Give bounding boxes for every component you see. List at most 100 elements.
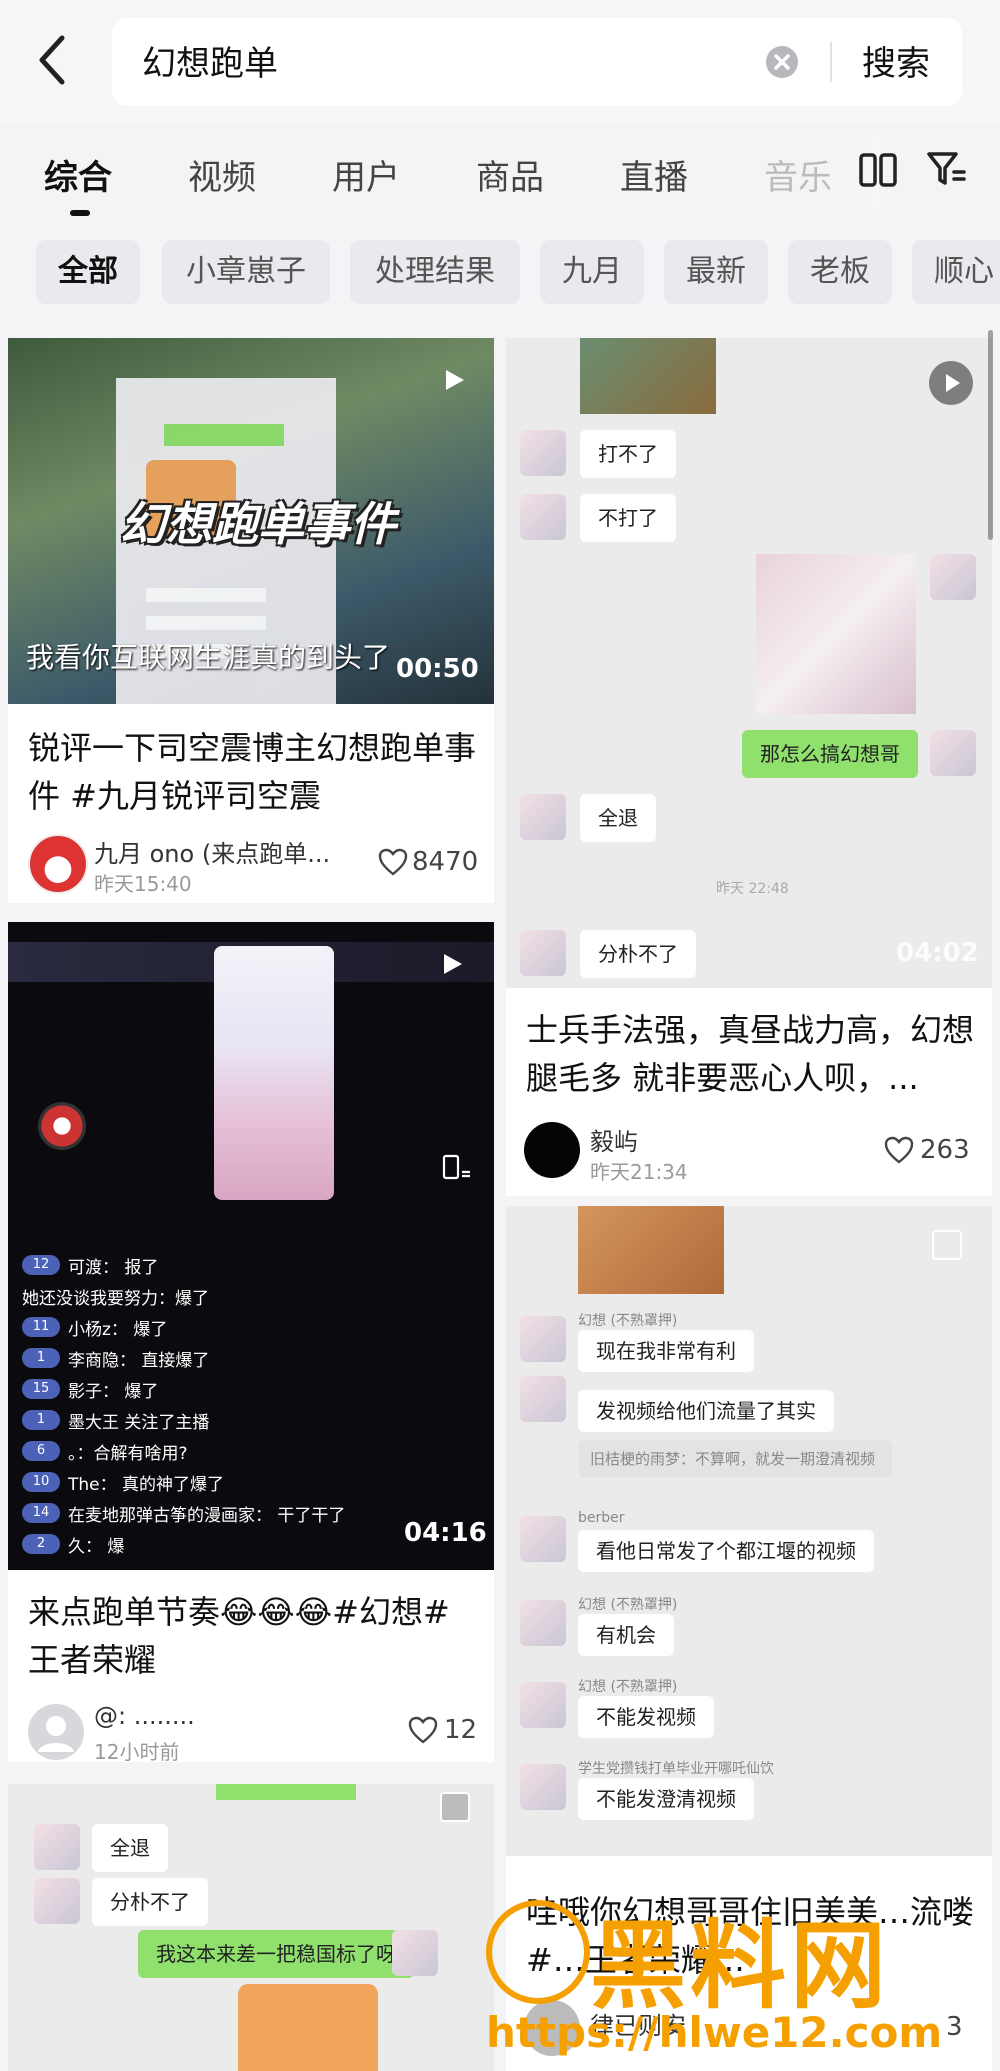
- like-count: 263: [920, 1135, 970, 1165]
- quoted-message: 旧桔梗的雨梦：不算啊，就发一期澄清视频: [578, 1440, 892, 1478]
- video-thumbnail[interactable]: 打不了 不打了 那怎么搞幻想哥 全退 昨天 22:48 分朴不了 04:02: [506, 338, 992, 988]
- sticker-image: [756, 554, 916, 714]
- layout-toggle-icon[interactable]: [858, 152, 898, 192]
- chat-timestamp: 昨天 22:48: [716, 881, 789, 897]
- chip-latest[interactable]: 最新: [664, 240, 768, 304]
- author-name[interactable]: @: ........: [94, 1702, 195, 1730]
- heart-icon[interactable]: [408, 1716, 438, 1744]
- chip-boss[interactable]: 老板: [788, 240, 892, 304]
- card-title[interactable]: 锐评一下司空震博主幻想跑单事件 #九月锐评司空震: [28, 724, 478, 820]
- video-card-5[interactable]: 全退 分朴不了 我这本来差一把稳国标了呀: [8, 1784, 494, 2071]
- comment-text: 影子： 爆了: [68, 1381, 159, 1402]
- post-time: 12小时前: [94, 1740, 180, 1762]
- overlay-title: 幻想跑单事件: [120, 497, 396, 551]
- chat-bubble: 有机会: [578, 1614, 674, 1656]
- author-name[interactable]: 九月 ono (来点跑单...: [94, 834, 356, 869]
- play-icon: [444, 368, 466, 396]
- scrollbar[interactable]: [988, 330, 993, 540]
- tab-video[interactable]: 视频: [188, 150, 256, 199]
- chat-avatar: [520, 1376, 566, 1422]
- chat-bubble: 不打了: [580, 494, 676, 542]
- chip-xiaozhang[interactable]: 小章崽子: [162, 240, 330, 304]
- chip-shunxin[interactable]: 顺心: [912, 240, 1000, 304]
- search-button[interactable]: 搜索: [862, 36, 930, 85]
- chat-bubble: 现在我非常有利: [578, 1330, 754, 1372]
- author-name[interactable]: 毅屿: [590, 1122, 638, 1157]
- chat-bubble: [146, 616, 266, 630]
- avatar[interactable]: [28, 834, 88, 894]
- chat-avatar: [520, 930, 566, 976]
- play-icon: [928, 360, 974, 410]
- tab-all[interactable]: 综合: [44, 150, 112, 199]
- avatar[interactable]: [28, 1704, 84, 1760]
- live-comment: 2 久： 爆: [22, 1531, 124, 1557]
- chat-bubble: [146, 588, 266, 602]
- avatar[interactable]: [524, 1122, 580, 1178]
- like-count: 12: [444, 1715, 478, 1745]
- live-comment: 6 。：合解有啥用?: [22, 1438, 188, 1464]
- video-duration: 04:16: [404, 1518, 487, 1548]
- chat-avatar: [520, 1516, 566, 1562]
- filter-icon[interactable]: [926, 150, 966, 192]
- level-badge: 15: [22, 1379, 60, 1399]
- chat-avatar: [520, 1764, 566, 1810]
- chat-avatar: [34, 1824, 80, 1870]
- streamer-avatar: [38, 1102, 86, 1150]
- chat-sender-name: 幻想 (不熟罩押): [578, 1313, 678, 1329]
- video-card-2[interactable]: 打不了 不打了 那怎么搞幻想哥 全退 昨天 22:48 分朴不了 04:02 士…: [506, 338, 992, 1196]
- screen-rotate-icon[interactable]: [442, 1154, 472, 1184]
- chat-avatar: [520, 1600, 566, 1646]
- post-time: 昨天15:40: [94, 872, 192, 896]
- sticker-image: [578, 1206, 724, 1294]
- chat-sender-name: 幻想 (不熟罩押): [578, 1597, 678, 1613]
- tab-product[interactable]: 商品: [476, 150, 544, 199]
- live-comment: 15 影子： 爆了: [22, 1376, 158, 1402]
- sticker-image: [238, 1984, 378, 2071]
- back-arrow-icon[interactable]: [30, 30, 80, 90]
- comment-text: 墨大王 关注了主播: [68, 1412, 210, 1433]
- level-badge: 1: [22, 1410, 60, 1430]
- like-count: 8470: [412, 847, 479, 877]
- chat-sender-name: 学生党攒钱打单毕业开哪吒仙饮: [578, 1761, 774, 1777]
- comment-text: 可渡： 报了: [68, 1257, 159, 1278]
- chat-bubble: 那怎么搞幻想哥: [742, 730, 918, 778]
- like-count: 3: [946, 2012, 963, 2042]
- chat-bubble: 打不了: [580, 430, 676, 478]
- video-card-1[interactable]: 幻想跑单事件 我看你互联网生涯真的到头了 00:50 锐评一下司空震博主幻想跑单…: [8, 338, 494, 903]
- chip-result[interactable]: 处理结果: [350, 240, 520, 304]
- divider: [830, 42, 832, 82]
- heart-icon[interactable]: [884, 1136, 914, 1164]
- video-thumbnail[interactable]: 12 可渡： 报了 她还没谈我要努力：爆了 11 小杨z： 爆了 1 李商隐： 直接爆了 15…: [8, 922, 494, 1570]
- video-thumbnail[interactable]: 幻想 (不熟罩押) 现在我非常有利 发视频给他们流量了其实 旧桔梗的雨梦：不算啊，就发…: [506, 1206, 992, 1856]
- live-comment: 1 李商隐： 直接爆了: [22, 1345, 209, 1371]
- comment-text: 在麦地那弹古筝的漫画家： 干了干了: [68, 1505, 346, 1526]
- select-checkbox-icon[interactable]: [932, 1230, 962, 1260]
- chip-september[interactable]: 九月: [540, 240, 644, 304]
- level-badge: 11: [22, 1317, 60, 1337]
- video-card-3[interactable]: 12 可渡： 报了 她还没谈我要努力：爆了 11 小杨z： 爆了 1 李商隐： 直接爆了 15…: [8, 922, 494, 1762]
- video-thumbnail[interactable]: 全退 分朴不了 我这本来差一把稳国标了呀: [8, 1784, 494, 2071]
- post-time: 昨天21:34: [590, 1160, 688, 1184]
- chat-bubble: 我这本来差一把稳国标了呀: [138, 1930, 414, 1978]
- video-thumbnail[interactable]: 幻想跑单事件 我看你互联网生涯真的到头了 00:50: [8, 338, 494, 704]
- card-title[interactable]: 士兵手法强，真昼战力高，幻想腿毛多 就非要恶心人呗，...: [526, 1006, 976, 1102]
- clear-icon[interactable]: [766, 46, 798, 78]
- search-query[interactable]: 幻想跑单: [142, 36, 278, 85]
- chat-bubble: 全退: [92, 1824, 168, 1872]
- chat-bubble: 全退: [580, 794, 656, 842]
- comment-text: 。：合解有啥用?: [68, 1443, 188, 1464]
- chat-avatar: [520, 1316, 566, 1362]
- chip-all[interactable]: 全部: [36, 240, 140, 304]
- tab-user[interactable]: 用户: [332, 150, 400, 199]
- video-duration: 04:02: [896, 938, 979, 968]
- chat-bubble: 看他日常发了个都江堰的视频: [578, 1530, 874, 1572]
- tab-music[interactable]: 音乐: [764, 150, 834, 199]
- card-title[interactable]: 来点跑单节奏😂😂😂#幻想#王者荣耀: [28, 1588, 478, 1684]
- chat-bubble: [164, 424, 284, 446]
- watermark-text: 黑料网: [590, 1910, 890, 2022]
- tab-live[interactable]: 直播: [620, 150, 688, 199]
- chat-sender-name: berber: [578, 1510, 625, 1526]
- chat-avatar: [520, 794, 566, 840]
- live-comment: 12 可渡： 报了: [22, 1252, 158, 1278]
- heart-icon[interactable]: [378, 848, 408, 876]
